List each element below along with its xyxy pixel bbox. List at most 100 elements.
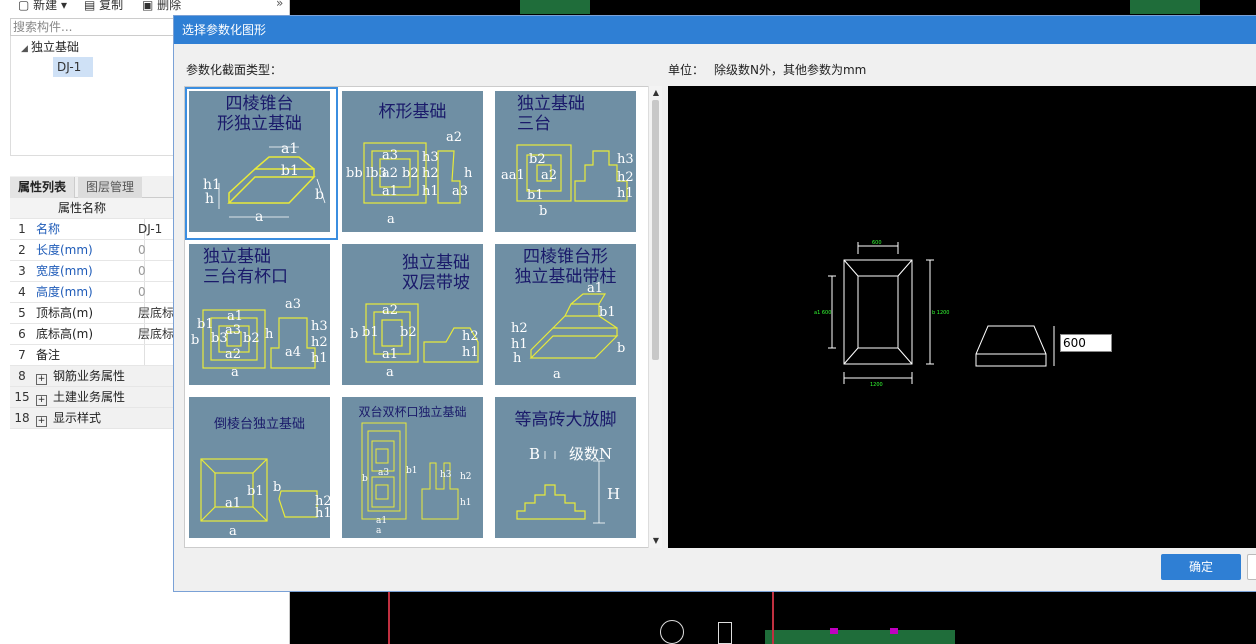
property-name: 长度(mm) (36, 243, 93, 257)
scroll-thumb[interactable] (652, 100, 659, 360)
svg-text:h1: h1 (422, 184, 439, 199)
svg-text:b: b (539, 204, 547, 219)
table-row[interactable]: 6 底标高(m) 层底标 (10, 324, 175, 345)
svg-text:h1: h1 (617, 186, 634, 201)
table-row[interactable]: 5 顶标高(m) 层底标 (10, 303, 175, 324)
row-number: 4 (18, 285, 26, 299)
tree-node-dj1[interactable]: DJ-1 (53, 57, 93, 77)
property-value[interactable]: 层底标 (138, 324, 178, 345)
property-value[interactable]: DJ-1 (138, 219, 178, 240)
svg-text:h3: h3 (440, 470, 452, 480)
collapse-arrow-icon[interactable]: » (276, 0, 283, 10)
table-row[interactable]: 2 长度(mm) 0 (10, 240, 175, 261)
copy-button[interactable]: ▤ 复制 (84, 0, 123, 13)
svg-text:h1: h1 (311, 351, 328, 366)
property-name: 顶标高(m) (36, 306, 94, 320)
scroll-down-icon[interactable]: ▼ (651, 536, 661, 546)
cad-drawing-block (765, 630, 955, 644)
height-input[interactable]: 600 (1060, 334, 1112, 352)
search-input[interactable]: 搜索构件... (10, 18, 190, 36)
shape-option-three-step-cup-foundation[interactable]: 独立基础 三台有杯口 a a1 a3 b1 b3 b2 b a2 h a3 a4 h3 (185, 240, 338, 393)
tab-property-list[interactable]: 属性列表 (10, 177, 76, 198)
new-button[interactable]: ▢ 新建 ▾ (18, 0, 67, 13)
delete-button[interactable]: ▣ 删除 (142, 0, 181, 13)
shape-option-double-slope-foundation[interactable]: 独立基础 双层带坡 a a2 a1 b b1 b2 h2 h1 (338, 240, 491, 393)
tab-layer-manager[interactable]: 图层管理 (78, 177, 143, 198)
expand-plus-icon[interactable]: + (36, 374, 47, 385)
property-header-row: 属性名称 (10, 198, 175, 219)
svg-text:b1: b1 (362, 325, 379, 340)
row-number: 18 (14, 411, 30, 425)
table-row[interactable]: 3 宽度(mm) 0 (10, 261, 175, 282)
table-row[interactable]: 4 高度(mm) 0 (10, 282, 175, 303)
table-row-group[interactable]: 15 + 土建业务属性 (10, 387, 175, 408)
svg-text:a2: a2 (225, 347, 241, 362)
table-row[interactable]: 7 备注 (10, 345, 175, 366)
svg-text:h1: h1 (315, 506, 330, 521)
cad-dimension-text (718, 622, 732, 644)
cup-foundation-drawing: aa3a2 a1bb lb3 b2h3h2 h1a2a3 h (346, 130, 473, 227)
property-value[interactable]: 0 (138, 282, 178, 303)
brick-footing-drawing: B 级数N H (516, 445, 620, 524)
shape-option-pyramid-foundation[interactable]: 四棱锥台 形独立基础 a a1 b1 h1 h b (185, 87, 338, 240)
shape-preview: 600 1200 a1 600 b 1200 600 (668, 86, 1256, 548)
table-row[interactable]: 1 名称 DJ-1 (10, 219, 175, 240)
svg-text:a: a (229, 524, 237, 538)
expand-triangle-icon[interactable]: ◢ (21, 44, 31, 54)
svg-text:b2: b2 (243, 331, 260, 346)
svg-text:a3: a3 (382, 148, 398, 163)
svg-text:b2: b2 (402, 166, 419, 181)
expand-plus-icon[interactable]: + (36, 416, 47, 427)
svg-text:h3: h3 (311, 319, 328, 334)
scroll-up-icon[interactable]: ▲ (651, 88, 661, 98)
svg-text:h2: h2 (462, 329, 479, 344)
shape-option-three-step-foundation[interactable]: 独立基础 三台 b aa1 b2 a2 b1 h3 h2 h1 (491, 87, 644, 240)
svg-text:b1: b1 (281, 163, 299, 179)
shape-thumbnail: 独立基础 三台有杯口 a a1 a3 b1 b3 b2 b a2 h a3 a4 h3 (189, 244, 330, 385)
expand-plus-icon[interactable]: + (36, 395, 47, 406)
shape-option-inverted-frustum[interactable]: 倒棱台独立基础 a a1 b1 b h2 h1 (185, 393, 338, 546)
property-table: 属性名称 1 名称 DJ-1 2 长度(mm) 0 3 宽度(mm) 0 4 高度(mm) 0 … (10, 198, 175, 429)
svg-text:b1: b1 (247, 484, 264, 499)
inverted-frustum-drawing: aa1b1 bh2h1 (200, 458, 330, 538)
shape-thumbnail: 独立基础 三台 b aa1 b2 a2 b1 h3 h2 h1 (495, 91, 636, 232)
group-label: 显示样式 (53, 411, 102, 425)
parametric-shape-dialog: 选择参数化图形 参数化截面类型： 单位： 除级数N外，其他参数为mm 四棱锥台 形… (173, 15, 1256, 592)
dialog-title: 选择参数化图形 (174, 16, 1256, 44)
shape-option-pyramid-with-column[interactable]: 四棱锥台形 独立基础带柱 a a1 b1 h2 h1 h b (491, 240, 644, 393)
svg-text:a1: a1 (227, 309, 243, 324)
shape-thumbnail: 四棱锥台 形独立基础 a a1 b1 h1 h b (189, 91, 330, 232)
shape-option-cup-foundation[interactable]: 杯形基础 a a3 a2 a1 bb lb3 b2 h3 h2 h1 a2 a3 h (338, 87, 491, 240)
svg-text:h1: h1 (511, 337, 528, 352)
svg-text:h1: h1 (462, 345, 479, 360)
table-row-group[interactable]: 18 + 显示样式 (10, 408, 175, 429)
row-number: 5 (18, 306, 26, 320)
property-name: 备注 (36, 348, 61, 362)
svg-text:aa1: aa1 (501, 168, 525, 183)
shape-option-double-cup-foundation[interactable]: 双台双杯口独立基础 a a1 a3 b b1 h2 h1 h3 (338, 393, 491, 546)
double-cup-foundation-drawing: aa1 a3 b b1 h2 h1 h3 (361, 422, 472, 536)
svg-text:a2: a2 (382, 303, 398, 318)
property-group-name: + 钢筋业务属性 (36, 366, 134, 387)
svg-text:b3: b3 (211, 331, 228, 346)
property-tabs: 属性列表 图层管理 (10, 176, 175, 198)
delete-button-label: 删除 (157, 0, 182, 12)
cad-drawing-block (1130, 0, 1200, 14)
property-value[interactable]: 层底标 (138, 303, 178, 324)
cancel-button[interactable] (1247, 554, 1256, 580)
svg-text:a1: a1 (382, 347, 398, 362)
svg-text:B: B (529, 445, 540, 463)
table-row-group[interactable]: 8 + 钢筋业务属性 (10, 366, 175, 387)
tree-node-isolated-foundation[interactable]: ◢ 独立基础 (21, 38, 79, 55)
svg-text:bb: bb (346, 166, 363, 181)
shape-option-brick-footing[interactable]: 等高砖大放脚 B 级数N H (491, 393, 644, 546)
gallery-scrollbar[interactable]: ▲ ▼ (648, 86, 662, 548)
pyramid-with-column-drawing: a a1 b1 h2h1h b (511, 281, 625, 382)
row-number: 7 (18, 348, 26, 362)
property-value[interactable]: 0 (138, 240, 178, 261)
ok-button[interactable]: 确定 (1161, 554, 1241, 580)
svg-text:lb3: lb3 (366, 166, 387, 181)
svg-text:h2: h2 (422, 166, 439, 181)
svg-text:h: h (513, 351, 522, 366)
property-value[interactable]: 0 (138, 261, 178, 282)
